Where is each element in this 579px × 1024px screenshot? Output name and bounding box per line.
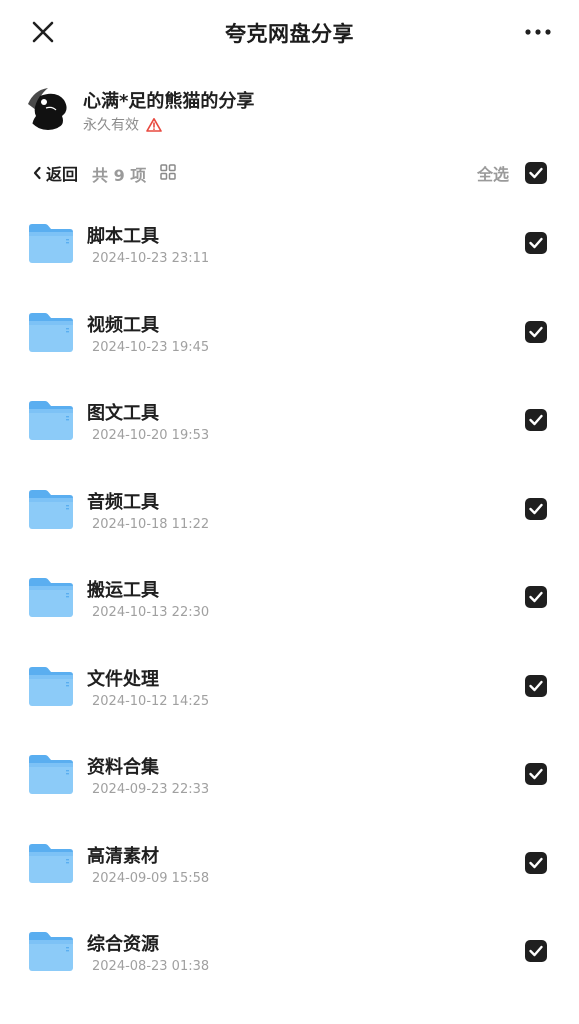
folder-icon [28, 399, 74, 441]
file-name: 文件处理 [87, 668, 159, 690]
file-time: 2024-09-09 15:58 [92, 870, 210, 886]
file-checkbox[interactable] [525, 497, 547, 520]
warning-triangle-icon[interactable] [146, 117, 162, 133]
sharer-name: 心满*足的熊猫的分享 [83, 91, 255, 112]
avatar[interactable] [26, 86, 70, 130]
file-name: 视频工具 [87, 314, 159, 336]
check-icon [529, 326, 543, 337]
check-icon [529, 768, 543, 780]
grid-view-button[interactable] [160, 164, 176, 180]
file-checkbox[interactable] [525, 940, 547, 962]
file-checkbox[interactable] [525, 409, 547, 431]
folder-icon [28, 576, 74, 618]
file-row[interactable]: 文件处理 2024-10-12 14:25 [0, 643, 579, 732]
file-name: 图文工具 [87, 403, 159, 424]
file-time: 2024-10-12 14:25 [92, 693, 210, 709]
file-name: 综合资源 [87, 934, 159, 955]
check-icon [529, 503, 543, 514]
page-title: 夸克网盘分享 [225, 22, 354, 46]
folder-icon [28, 753, 74, 795]
grid-view-icon [160, 164, 176, 180]
select-all-checkbox[interactable] [525, 162, 547, 184]
check-icon [529, 167, 543, 179]
check-icon [529, 680, 543, 691]
file-name: 脚本工具 [87, 226, 159, 247]
file-name: 音频工具 [87, 491, 159, 513]
folder-icon [28, 222, 74, 264]
check-icon [529, 857, 543, 868]
file-time: 2024-10-13 22:30 [92, 605, 210, 620]
more-button[interactable] [524, 24, 552, 40]
file-name: 搬运工具 [87, 580, 159, 601]
file-row[interactable]: 音频工具 2024-10-18 11:22 [0, 466, 579, 555]
file-row[interactable]: 脚本工具 2024-10-23 23:11 [0, 200, 579, 289]
file-row[interactable]: 视频工具 2024-10-23 19:45 [0, 289, 579, 378]
file-row[interactable]: 资料合集 2024-09-23 22:33 [0, 731, 579, 820]
chevron-left-icon [32, 166, 42, 180]
file-row[interactable]: 高清素材 2024-09-09 15:58 [0, 820, 579, 909]
check-icon [529, 945, 543, 957]
folder-icon [28, 488, 74, 530]
folder-icon [28, 930, 74, 972]
file-row[interactable]: 搬运工具 2024-10-13 22:30 [0, 554, 579, 643]
sharer-info: 心满*足的熊猫的分享 永久有效 [26, 86, 556, 136]
file-checkbox[interactable] [525, 674, 547, 697]
folder-icon [28, 842, 74, 884]
list-toolbar: 返回 共 9 项 全选 [0, 156, 579, 190]
folder-icon [28, 665, 74, 707]
file-checkbox[interactable] [525, 586, 547, 608]
file-row[interactable]: 综合资源 2024-08-23 01:38 [0, 908, 579, 997]
back-button[interactable]: 返回 [32, 162, 78, 184]
file-time: 2024-10-23 23:11 [92, 251, 210, 266]
file-time: 2024-09-23 22:33 [92, 782, 210, 797]
folder-icon [28, 311, 74, 353]
file-checkbox[interactable] [525, 320, 547, 343]
file-time: 2024-10-23 19:45 [92, 339, 210, 355]
select-all-label: 全选 [476, 165, 509, 184]
file-checkbox[interactable] [525, 763, 547, 785]
file-time: 2024-08-23 01:38 [92, 959, 210, 974]
share-screen: 夸克网盘分享 心满*足的熊猫的分享 永久有效 返回 共 9 项 全选 脚本工具 … [0, 0, 579, 1024]
file-time: 2024-10-18 11:22 [92, 516, 210, 532]
file-checkbox[interactable] [525, 232, 547, 254]
avatar-image [26, 86, 70, 130]
more-dots-icon [525, 29, 551, 35]
back-label: 返回 [46, 165, 79, 184]
file-checkbox[interactable] [525, 851, 547, 874]
file-time: 2024-10-20 19:53 [92, 428, 210, 443]
file-list: 脚本工具 2024-10-23 23:11 视频工具 2024-10-23 19:45… [0, 200, 579, 997]
select-all-control[interactable]: 全选 [477, 161, 547, 185]
validity-text: 永久有效 [83, 117, 139, 134]
check-icon [529, 237, 543, 249]
file-name: 资料合集 [87, 757, 159, 778]
top-bar: 夸克网盘分享 [0, 0, 579, 66]
sharer-validity-line: 永久有效 [83, 114, 162, 134]
file-row[interactable]: 图文工具 2024-10-20 19:53 [0, 377, 579, 466]
total-count: 共 9 项 [92, 166, 147, 185]
check-icon [529, 591, 543, 603]
check-icon [529, 414, 543, 426]
file-name: 高清素材 [87, 845, 159, 867]
